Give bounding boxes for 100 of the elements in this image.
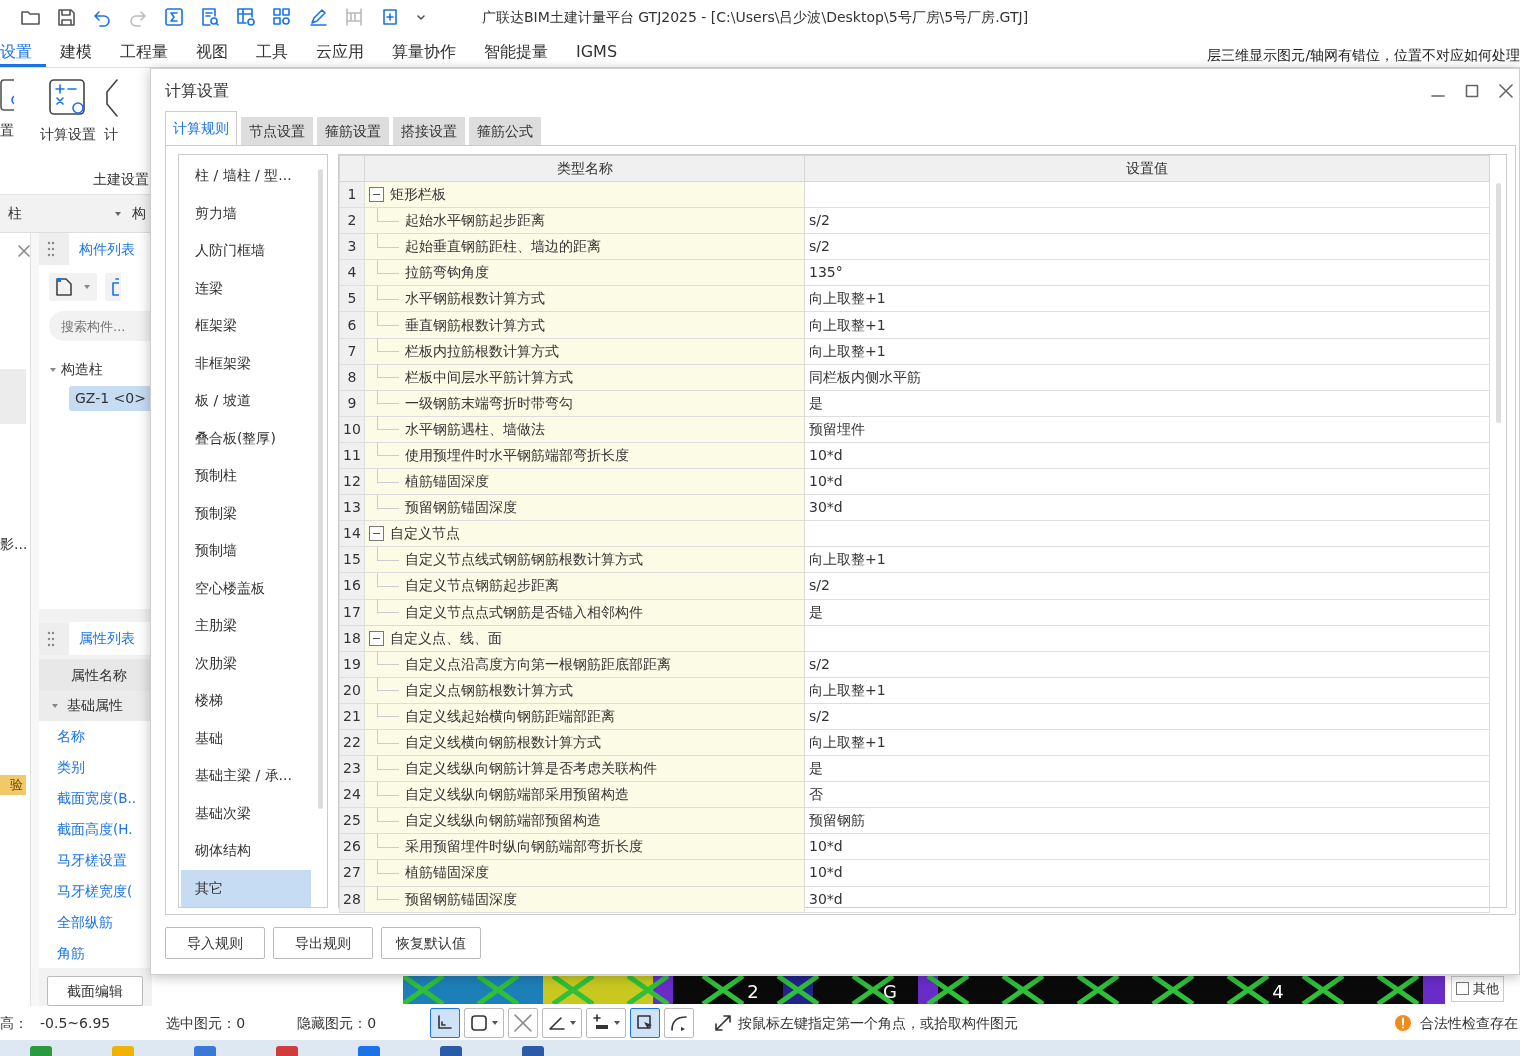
table-cell-text: 预留钢筋锚固深度 [405,498,517,518]
table-cell: 10*d [804,859,1490,887]
section-edit-button[interactable]: 截面编辑 [47,976,143,1006]
dialog-tab[interactable]: 箍筋设置 [317,117,389,145]
panel-text: 影... [0,535,29,554]
category-item[interactable]: 其它 [181,869,311,907]
scrollbar-thumb[interactable] [1496,183,1501,423]
ribbon-button[interactable]: 计 [104,68,118,148]
tree-line [377,886,399,901]
tree-node[interactable]: 构造柱 [61,359,103,380]
table-cell-text: 自定义节点钢筋起步距离 [405,576,559,596]
table-cell: 向上取整+1 [804,729,1490,756]
tool-button[interactable] [430,1008,461,1038]
copy-button[interactable] [105,273,121,301]
pen-icon[interactable] [308,7,328,27]
calculation-settings-icon [48,78,88,118]
ribbon-button[interactable]: 计算设置 [40,68,96,148]
warning-icon[interactable] [1394,1014,1412,1032]
close-icon[interactable] [18,245,30,257]
table-cell: 向上取整+1 [804,285,1490,312]
table-cell-text: 预留钢筋锚固深度 [405,889,517,909]
tree-line [377,468,399,483]
dialog-tab[interactable]: 节点设置 [241,117,313,145]
menu-tab[interactable]: 智能提量 [470,34,562,67]
table-cell: 30*d [804,494,1490,521]
axis-label: 4 [1272,981,1284,1002]
table-cell: 10*d [804,833,1490,860]
grid-search-icon[interactable] [272,7,292,27]
maximize-icon[interactable] [1465,84,1479,98]
collapse-toggle[interactable] [369,187,384,203]
collapse-toggle[interactable] [369,630,384,646]
drag-handle-icon[interactable] [47,241,55,257]
square-icon [469,1013,490,1033]
row-number: 7 [339,338,365,365]
new-file-icon [55,277,73,297]
table-cell: s/2 [804,572,1490,599]
tool-button[interactable] [630,1008,661,1038]
table-cell-text: 自定义点钢筋根数计算方式 [405,680,573,700]
row-number: 22 [339,729,365,756]
menu-tab[interactable]: 视图 [182,34,242,67]
drag-handle-icon[interactable] [47,630,55,647]
checkbox-control[interactable]: 其他 [1451,976,1504,1002]
table-cell-text: 自定义线横向钢筋根数计算方式 [405,733,601,752]
tool-button[interactable] [664,1008,695,1038]
sum-icon[interactable] [164,7,184,27]
group-label: 自定义节点 [390,524,460,544]
save-icon[interactable] [56,7,76,27]
menu-tab[interactable]: 工程量 [106,34,182,67]
row-number: 10 [339,416,365,443]
search-field[interactable]: 搜索构件... [49,311,152,341]
dialog-button[interactable]: 恢复默认值 [381,927,481,959]
menu-tab[interactable]: 工具 [242,34,302,67]
caret-icon [491,1020,500,1026]
tool-button[interactable] [542,1008,583,1038]
scrollbar-thumb[interactable] [318,169,323,809]
tool-button[interactable] [586,1008,627,1038]
tree-item[interactable]: GZ-1 <0> [69,386,152,411]
dialog-tab[interactable]: 箍筋公式 [469,117,541,145]
table-cell-text: 垂直钢筋根数计算方式 [405,315,545,335]
caret-icon [114,210,122,217]
panel-tab[interactable]: 属性列表 [69,622,152,656]
tree-line [377,781,399,796]
tree-line [377,207,399,222]
tree-line [377,860,399,874]
model-canvas[interactable]: 2 G 4 [403,976,1445,1004]
table-search-icon[interactable] [236,7,256,27]
close-icon[interactable] [1499,84,1513,98]
panel-tab[interactable]: 构件列表 [69,232,152,266]
ribbon-button[interactable]: 置 [0,68,14,148]
report-search-icon[interactable] [200,7,220,27]
table-cell-text: 起始水平钢筋起步距离 [405,211,545,231]
warning-link[interactable]: 合法性检查存在 [1420,1012,1520,1034]
table-cell: s/2 [804,651,1490,678]
tree-line [377,364,399,379]
menu-tab[interactable]: 算量协作 [378,34,470,67]
table-cell-text: 自定义节点点式钢筋是否锚入相邻构件 [405,602,643,622]
expand-arrow-icon[interactable] [49,365,57,374]
row-number: 14 [339,520,365,547]
tree-line [377,729,399,744]
caret-icon [613,1020,622,1026]
dialog-button[interactable]: 导出规则 [273,927,373,959]
tool-button[interactable] [464,1008,505,1038]
menu-tab[interactable]: 云应用 [302,34,378,67]
menu-tab[interactable]: 建模 [46,34,106,67]
row-number: 23 [339,755,365,782]
new-button[interactable] [49,273,97,301]
menu-tab[interactable]: IGMS [562,34,632,67]
table-cell-text: 水平钢筋遇柱、墙做法 [405,419,545,439]
tree-line [377,755,399,770]
expand-arrow-icon[interactable] [51,701,59,710]
status-value: -0.5~6.95 [40,1013,111,1033]
curve-icon [669,1013,690,1033]
table-cell-text: 自定义线纵向钢筋端部预留构造 [405,811,601,831]
dialog-tab[interactable]: 搭接设置 [393,117,465,145]
table-cell-text: 使用预埋件时水平钢筋端部弯折长度 [405,446,629,465]
tree-line [377,546,399,561]
table-cell-text: 自定义线起始横向钢筋距端部距离 [405,706,615,726]
dialog-tab[interactable]: 计算规则 [165,111,237,145]
collapse-toggle[interactable] [369,526,384,542]
dialog-button[interactable]: 导入规则 [165,927,265,959]
